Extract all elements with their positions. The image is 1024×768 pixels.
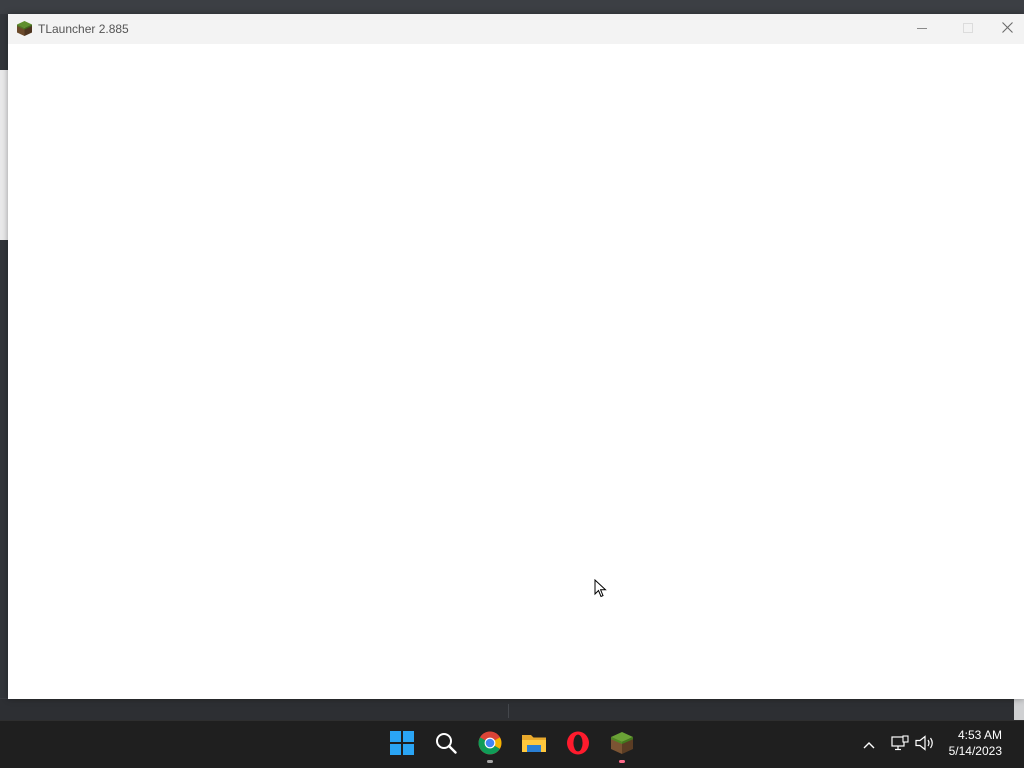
tray-network-button[interactable] bbox=[888, 733, 912, 757]
minimize-icon bbox=[917, 22, 927, 36]
network-icon bbox=[891, 734, 909, 756]
chevron-up-icon bbox=[863, 736, 875, 754]
window-content-area bbox=[8, 44, 1024, 699]
volume-icon bbox=[915, 734, 935, 756]
maximize-button[interactable] bbox=[945, 14, 991, 44]
active-indicator bbox=[619, 760, 625, 763]
running-indicator bbox=[487, 760, 493, 763]
window-title: TLauncher 2.885 bbox=[38, 22, 129, 36]
background-window-statusbar bbox=[0, 698, 1024, 720]
taskbar-chrome-button[interactable] bbox=[470, 725, 510, 765]
taskbar-tlauncher-button[interactable] bbox=[602, 725, 642, 765]
tlauncher-window: TLauncher 2.885 bbox=[8, 14, 1024, 699]
tray-clock[interactable]: 4:53 AM 5/14/2023 bbox=[940, 727, 1020, 763]
opera-icon bbox=[566, 731, 590, 760]
close-button[interactable] bbox=[991, 14, 1024, 44]
maximize-icon bbox=[963, 22, 973, 36]
window-titlebar[interactable]: TLauncher 2.885 bbox=[8, 14, 1024, 44]
start-button[interactable] bbox=[382, 725, 422, 765]
background-window-titlebar[interactable] bbox=[0, 0, 1024, 14]
tray-overflow-button[interactable] bbox=[858, 733, 880, 757]
minimize-button[interactable] bbox=[899, 14, 945, 44]
tlauncher-grass-block-icon bbox=[16, 20, 33, 37]
taskbar-search-button[interactable] bbox=[426, 725, 466, 765]
clock-date: 5/14/2023 bbox=[948, 744, 1002, 758]
background-window-panel bbox=[0, 70, 8, 240]
windows-start-icon bbox=[390, 730, 414, 760]
taskbar: 4:53 AM 5/14/2023 bbox=[0, 720, 1024, 768]
search-icon bbox=[435, 732, 457, 759]
close-icon bbox=[1002, 22, 1013, 36]
chrome-icon bbox=[478, 731, 502, 760]
background-window-divider bbox=[508, 704, 509, 718]
taskbar-file-explorer-button[interactable] bbox=[514, 725, 554, 765]
taskbar-opera-button[interactable] bbox=[558, 725, 598, 765]
tray-volume-button[interactable] bbox=[913, 733, 937, 757]
tlauncher-grass-block-icon bbox=[610, 731, 634, 760]
folder-icon bbox=[521, 732, 547, 759]
clock-time: 4:53 AM bbox=[957, 728, 1002, 742]
background-window-scrollbar[interactable] bbox=[1014, 698, 1024, 720]
